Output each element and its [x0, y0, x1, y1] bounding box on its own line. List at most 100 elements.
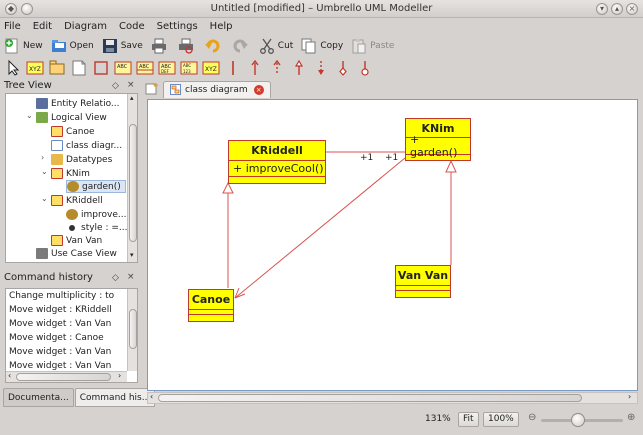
- class-canoe[interactable]: Canoe: [188, 289, 234, 322]
- tree-item-entity-relationship[interactable]: Entity Relatio...: [36, 97, 120, 110]
- scroll-left-icon[interactable]: ‹: [150, 392, 153, 401]
- scroll-left-icon[interactable]: ‹: [8, 371, 11, 380]
- svg-text:DEF: DEF: [161, 69, 170, 74]
- print-button[interactable]: [151, 38, 170, 54]
- tree-panel-float-icon[interactable]: ◇: [112, 81, 119, 91]
- multiplicity-label[interactable]: +1: [385, 153, 398, 163]
- generalization-icon[interactable]: [290, 59, 308, 77]
- canvas-hscrollbar-thumb[interactable]: [158, 394, 582, 402]
- open-button[interactable]: Open: [51, 38, 94, 54]
- history-item[interactable]: Change multiplicity : to: [9, 291, 114, 301]
- tree-item-use-case-view[interactable]: Use Case View: [36, 247, 117, 260]
- zoom-out-icon[interactable]: ⊖: [528, 412, 536, 423]
- tree-scrollbar[interactable]: ▴ ▾: [127, 94, 137, 262]
- history-item[interactable]: Move widget : Van Van: [9, 347, 111, 357]
- collapse-arrow-icon[interactable]: ⌄: [26, 111, 33, 120]
- history-hscrollbar-thumb[interactable]: [16, 373, 111, 381]
- cut-button[interactable]: Cut: [259, 38, 293, 54]
- box-tool-icon[interactable]: [92, 59, 110, 77]
- history-scrollbar[interactable]: [127, 289, 137, 371]
- dependency-icon[interactable]: [268, 59, 286, 77]
- tree-item-class-diagram[interactable]: class diagr...: [51, 139, 122, 152]
- expand-arrow-icon[interactable]: ›: [41, 153, 44, 162]
- paste-button[interactable]: Paste: [351, 38, 394, 54]
- save-button[interactable]: Save: [102, 38, 143, 54]
- realization-icon[interactable]: [312, 59, 330, 77]
- menu-edit[interactable]: Edit: [33, 21, 52, 32]
- maximize-icon[interactable]: ▴: [611, 3, 623, 15]
- minimize-icon[interactable]: ▾: [596, 3, 608, 15]
- history-panel-float-icon[interactable]: ◇: [112, 273, 119, 283]
- aggregation-icon[interactable]: [334, 59, 352, 77]
- enum-tool-icon[interactable]: ABC 123: [180, 59, 198, 77]
- open-button-label: Open: [69, 41, 94, 51]
- menu-code[interactable]: Code: [119, 21, 145, 32]
- tree-item-van-van[interactable]: Van Van: [51, 234, 102, 247]
- tree-item-canoe[interactable]: Canoe: [51, 125, 95, 138]
- tree-panel-close-icon[interactable]: ×: [127, 80, 135, 90]
- menu-settings[interactable]: Settings: [157, 21, 198, 32]
- history-item[interactable]: Move widget : Van Van: [9, 319, 111, 329]
- entity-tool-icon[interactable]: XYZ: [202, 59, 220, 77]
- directed-association-icon[interactable]: [246, 59, 264, 77]
- datatype-tool-icon[interactable]: ABC DEF: [158, 59, 176, 77]
- tree-item-knim[interactable]: KNim: [51, 167, 90, 180]
- zoom-100-button[interactable]: 100%: [483, 412, 519, 427]
- history-item[interactable]: Move widget : Canoe: [9, 333, 104, 343]
- zoom-slider-handle[interactable]: [570, 413, 585, 427]
- history-item[interactable]: Move widget : KRiddell: [9, 305, 112, 315]
- tree-item-datatypes[interactable]: Datatypes: [51, 153, 112, 166]
- class-knim[interactable]: KNim + garden(): [405, 118, 471, 161]
- zoom-fit-button[interactable]: Fit: [458, 412, 479, 427]
- text-tool-icon[interactable]: ABC: [114, 59, 132, 77]
- redo-button[interactable]: [232, 38, 251, 54]
- print-preview-button[interactable]: [178, 38, 197, 54]
- select-pointer-icon[interactable]: [4, 59, 22, 77]
- new-button[interactable]: New: [4, 38, 43, 54]
- scroll-right-icon[interactable]: ›: [118, 371, 121, 380]
- history-panel-close-icon[interactable]: ×: [127, 272, 135, 282]
- tab-command-history[interactable]: Command his...: [74, 388, 156, 407]
- collapse-arrow-icon[interactable]: ⌄: [41, 167, 48, 176]
- new-diagram-tab-icon[interactable]: [145, 82, 159, 95]
- collapse-arrow-icon[interactable]: ⌄: [41, 194, 48, 203]
- tree-item-style[interactable]: style : =...: [66, 221, 127, 234]
- tree-item-label: improve...: [81, 209, 127, 220]
- package-tool-icon[interactable]: [48, 59, 66, 77]
- association-line-icon[interactable]: [224, 59, 242, 77]
- menu-diagram[interactable]: Diagram: [64, 21, 107, 32]
- tree-item-garden[interactable]: garden(): [66, 180, 126, 193]
- history-item[interactable]: Move widget : Van Van: [9, 361, 111, 371]
- interface-tool-icon[interactable]: ABC: [136, 59, 154, 77]
- multiplicity-label[interactable]: +1: [360, 153, 373, 163]
- diagram-canvas[interactable]: +1 +1 KRiddell + improveCool() KNim + ga…: [147, 99, 638, 391]
- class-van-van[interactable]: Van Van: [395, 265, 451, 298]
- close-tab-icon[interactable]: ×: [253, 84, 264, 95]
- tab-class-diagram[interactable]: class diagram ×: [163, 80, 271, 98]
- scroll-right-icon[interactable]: ›: [628, 392, 631, 401]
- tab-documentation[interactable]: Documenta...: [3, 388, 74, 407]
- history-scrollbar-thumb[interactable]: [129, 309, 137, 349]
- undo-button[interactable]: [204, 38, 224, 54]
- tree-scrollbar-thumb[interactable]: [129, 124, 137, 242]
- tree-item-logical-view[interactable]: Logical View: [36, 111, 107, 124]
- tree-item-improvecool[interactable]: improve...: [66, 208, 126, 221]
- history-hscrollbar[interactable]: ‹ ›: [6, 371, 127, 382]
- new-document-icon: [4, 38, 20, 54]
- scroll-up-icon[interactable]: ▴: [130, 94, 134, 102]
- zoom-in-icon[interactable]: ⊕: [627, 412, 635, 423]
- class-diagram-icon: [170, 84, 181, 95]
- close-window-icon[interactable]: ×: [626, 3, 638, 15]
- menu-file[interactable]: File: [4, 21, 21, 32]
- scroll-down-icon[interactable]: ▾: [130, 251, 134, 259]
- menu-help[interactable]: Help: [210, 21, 233, 32]
- containment-icon[interactable]: [356, 59, 374, 77]
- tree-item-kriddell[interactable]: KRiddell: [51, 194, 103, 207]
- note-tool-icon[interactable]: [70, 59, 88, 77]
- class-kriddell[interactable]: KRiddell + improveCool(): [228, 140, 326, 184]
- copy-button[interactable]: Copy: [301, 38, 343, 54]
- canvas-hscrollbar[interactable]: ‹ ›: [147, 392, 638, 404]
- class-tool-icon[interactable]: XYZ: [26, 59, 44, 77]
- undo-icon: [204, 38, 221, 54]
- tree-item-label: class diagr...: [66, 140, 123, 151]
